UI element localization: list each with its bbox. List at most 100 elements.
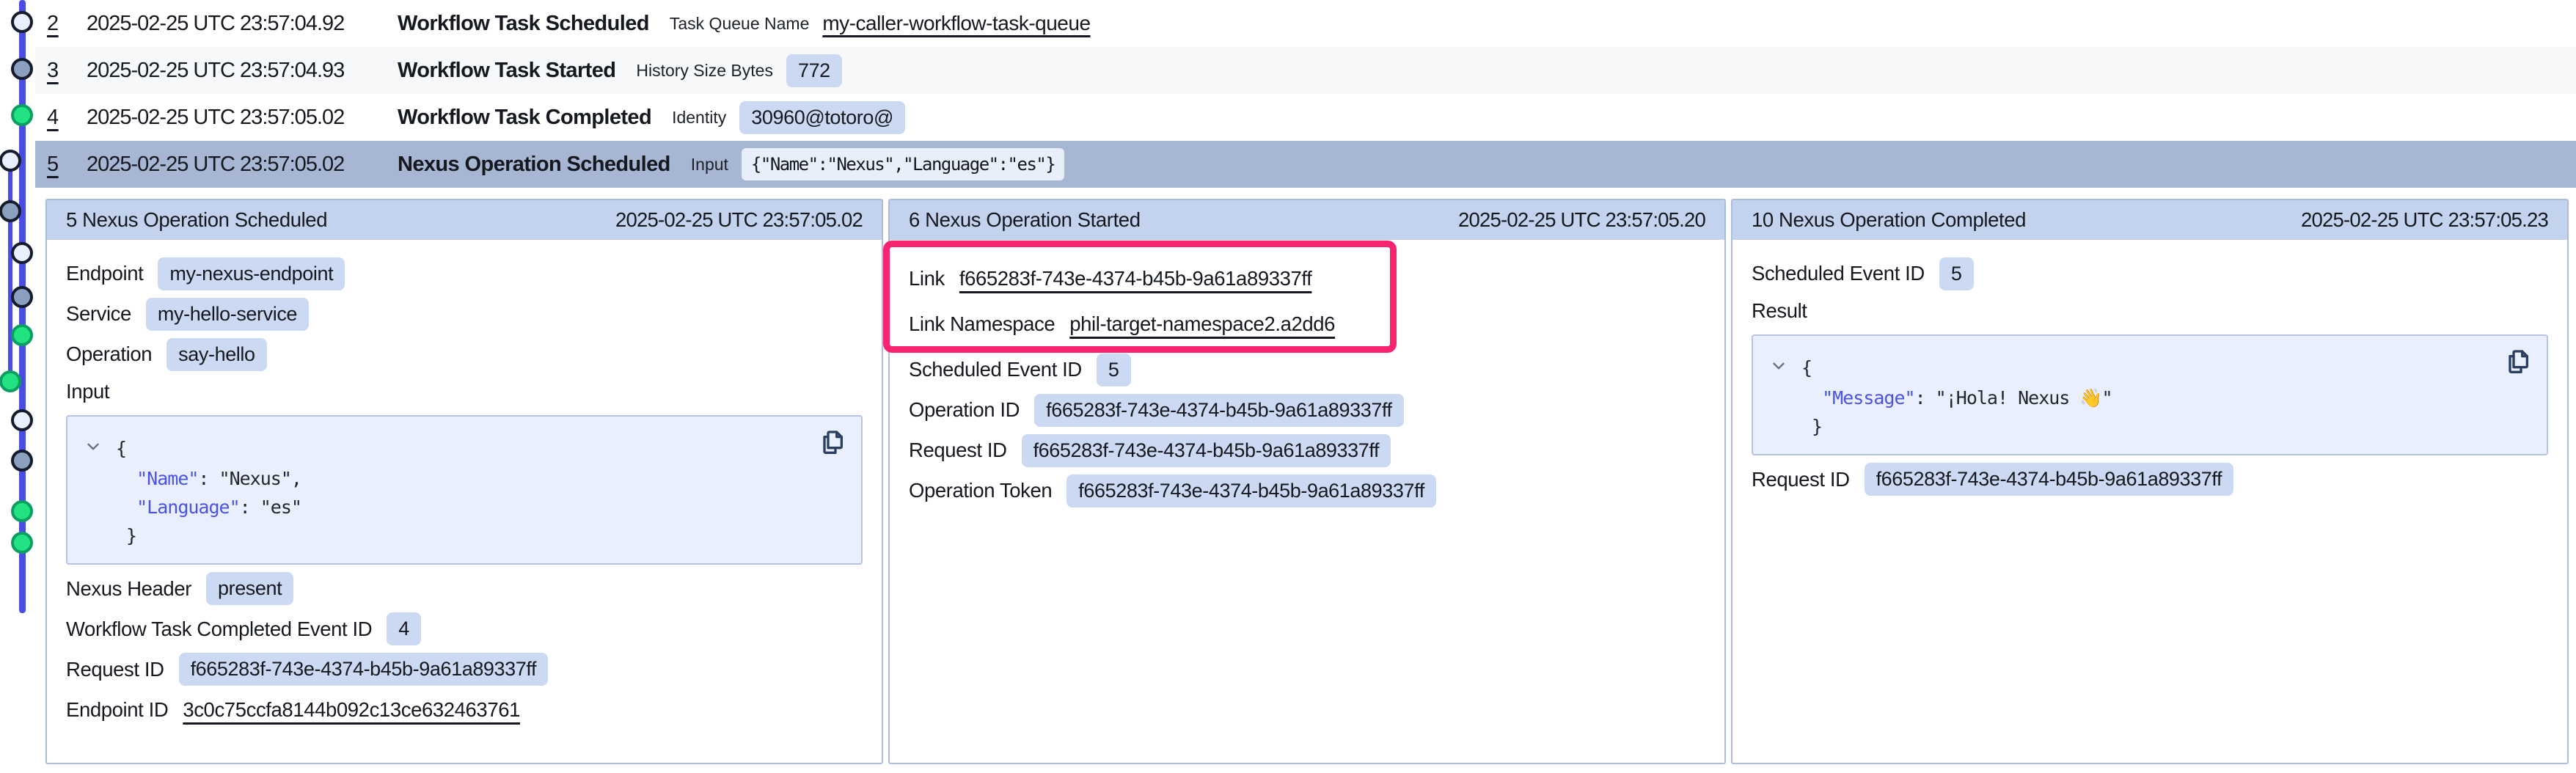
- detail-row-scheduled-event-id: Scheduled Event ID5: [1752, 257, 2548, 290]
- event-timestamp: 2025-02-25 UTC 23:57:05.02: [87, 153, 381, 177]
- json-text: : "Nexus",: [198, 468, 301, 489]
- event-id-link[interactable]: 5: [47, 153, 69, 177]
- detail-value-badge: my-hello-service: [146, 298, 309, 331]
- detail-value-badge: say-hello: [167, 338, 266, 371]
- json-text: }: [1801, 416, 1822, 437]
- timeline-branch-line: [8, 161, 12, 381]
- detail-label: Endpoint ID: [66, 698, 168, 722]
- detail-label: Workflow Task Completed Event ID: [66, 618, 372, 641]
- panel-body: Endpointmy-nexus-endpointServicemy-hello…: [47, 240, 882, 733]
- detail-label: Input: [66, 380, 109, 403]
- json-text: [116, 497, 136, 518]
- event-id-link[interactable]: 2: [47, 12, 69, 36]
- event-value-link[interactable]: my-caller-workflow-task-queue: [822, 12, 1090, 35]
- event-value-badge: 772: [786, 54, 842, 87]
- event-field-label: Task Queue Name: [670, 14, 809, 34]
- detail-value-badge: present: [206, 572, 293, 605]
- event-name: Workflow Task Started: [398, 59, 615, 83]
- detail-label: Nexus Header: [66, 577, 191, 601]
- timeline-dot-gray: [11, 450, 33, 472]
- event-id-link[interactable]: 3: [47, 59, 69, 83]
- json-text: : "¡Hola! Nexus 👋": [1915, 387, 2112, 409]
- detail-label: Scheduled Event ID: [1752, 262, 1925, 285]
- json-key: "Language": [136, 497, 240, 518]
- detail-row-operation-id: Operation ID f665283f-743e-4374-b45b-9a61…: [909, 393, 1705, 427]
- detail-value-badge: f665283f-743e-4374-b45b-9a61a89337ff: [179, 653, 549, 686]
- detail-row-scheduled-event-id: Scheduled Event ID 5: [909, 353, 1705, 386]
- code-line: {: [1769, 353, 2529, 384]
- event-row[interactable]: 5 2025-02-25 UTC 23:57:05.02 Nexus Opera…: [35, 141, 2576, 188]
- timeline-dot-gray: [0, 200, 21, 222]
- event-row[interactable]: 2 2025-02-25 UTC 23:57:04.92 Workflow Ta…: [35, 0, 2576, 47]
- timeline-dot-gray: [11, 286, 33, 308]
- timeline-dot-white: [11, 11, 33, 33]
- timeline-dot-white: [11, 409, 33, 431]
- event-value-payload: {"Name":"Nexus","Language":"es"}: [742, 148, 1064, 180]
- detail-row-workflow-task-completed-event-id: Workflow Task Completed Event ID4: [66, 612, 863, 646]
- json-key: "Message": [1822, 387, 1914, 409]
- panel-header: 6 Nexus Operation Started 2025-02-25 UTC…: [890, 200, 1724, 240]
- detail-value-badge: f665283f-743e-4374-b45b-9a61a89337ff: [1034, 394, 1404, 427]
- panel-timestamp: 2025-02-25 UTC 23:57:05.23: [2301, 208, 2548, 232]
- panel-timestamp: 2025-02-25 UTC 23:57:05.02: [615, 208, 863, 232]
- json-text: [1801, 387, 1822, 409]
- detail-label: Scheduled Event ID: [909, 358, 1082, 381]
- event-detail-panel: 10 Nexus Operation Completed 2025-02-25 …: [1731, 199, 2569, 764]
- chevron-down-icon[interactable]: [1769, 355, 1801, 384]
- detail-label: Request ID: [1752, 468, 1850, 491]
- detail-label: Operation ID: [909, 398, 1020, 422]
- event-timestamp: 2025-02-25 UTC 23:57:04.93: [87, 59, 381, 83]
- timeline-dot-green: [11, 104, 33, 126]
- event-field-label: Input: [691, 155, 728, 175]
- detail-value-badge: f665283f-743e-4374-b45b-9a61a89337ff: [1066, 475, 1436, 508]
- code-line: "Name": "Nexus",: [84, 464, 844, 493]
- code-line: {: [84, 434, 844, 464]
- event-name: Nexus Operation Scheduled: [398, 153, 670, 177]
- event-list: 2 2025-02-25 UTC 23:57:04.92 Workflow Ta…: [35, 0, 2576, 188]
- timeline-dot-green: [0, 370, 21, 392]
- detail-row-request-id: Request IDf665283f-743e-4374-b45b-9a61a8…: [909, 433, 1705, 467]
- detail-value-badge: my-nexus-endpoint: [158, 257, 345, 290]
- event-id-link[interactable]: 4: [47, 106, 69, 130]
- panel-title: 5 Nexus Operation Scheduled: [66, 208, 327, 232]
- event-field-label: Identity: [672, 108, 726, 128]
- panel-header: 5 Nexus Operation Scheduled 2025-02-25 U…: [47, 200, 882, 240]
- chevron-down-icon[interactable]: [84, 436, 116, 464]
- json-text: [116, 468, 136, 489]
- code-line: "Message": "¡Hola! Nexus 👋": [1769, 384, 2529, 412]
- event-name: Workflow Task Scheduled: [398, 12, 649, 36]
- code-line: "Language": "es": [84, 493, 844, 521]
- panel-timestamp: 2025-02-25 UTC 23:57:05.20: [1458, 208, 1705, 232]
- detail-value-badge: 5: [1097, 353, 1131, 386]
- detail-row-request-id: Request ID f665283f-743e-4374-b45b-9a61a8…: [66, 653, 863, 686]
- detail-row-endpoint: Endpointmy-nexus-endpoint: [66, 257, 863, 290]
- detail-value-badge: f665283f-743e-4374-b45b-9a61a89337ff: [1865, 463, 2234, 496]
- event-row[interactable]: 3 2025-02-25 UTC 23:57:04.93 Workflow Ta…: [35, 47, 2576, 94]
- event-value-badge: 30960@totoro@: [739, 101, 905, 134]
- detail-row-endpoint-id: Endpoint ID 3c0c75ccfa8144b092c13ce632463…: [66, 693, 863, 727]
- timeline-dot-white: [0, 150, 21, 172]
- json-key: "Name": [136, 468, 198, 489]
- event-name: Workflow Task Completed: [398, 106, 651, 130]
- detail-value-badge: f665283f-743e-4374-b45b-9a61a89337ff: [1022, 434, 1391, 467]
- event-row[interactable]: 4 2025-02-25 UTC 23:57:05.02 Workflow Ta…: [35, 94, 2576, 141]
- detail-row-input: Input { "Name": "Nexus", "Language": "es"…: [66, 380, 863, 565]
- copy-icon[interactable]: [817, 428, 848, 459]
- detail-label: Operation: [66, 342, 152, 366]
- detail-label: Request ID: [66, 658, 164, 681]
- event-field-label: History Size Bytes: [636, 61, 773, 81]
- detail-row-result: Result { "Message": "¡Hola! Nexus 👋" }: [1752, 299, 2548, 455]
- json-text: {: [116, 438, 126, 459]
- json-code-block: { "Name": "Nexus", "Language": "es" }: [66, 415, 863, 565]
- event-timestamp: 2025-02-25 UTC 23:57:04.92: [87, 12, 381, 36]
- detail-label: Result: [1752, 299, 1807, 322]
- json-code-block: { "Message": "¡Hola! Nexus 👋" }: [1752, 334, 2548, 455]
- panel-title: 6 Nexus Operation Started: [909, 208, 1141, 232]
- detail-row-operation: Operation say-hello: [66, 337, 863, 371]
- event-timestamp: 2025-02-25 UTC 23:57:05.02: [87, 106, 381, 130]
- timeline-dot-green: [11, 532, 33, 554]
- detail-value-link[interactable]: 3c0c75ccfa8144b092c13ce632463761: [183, 698, 520, 722]
- detail-row-operation-token: Operation Tokenf665283f-743e-4374-b45b-9…: [909, 474, 1705, 508]
- copy-icon[interactable]: [2503, 348, 2533, 378]
- event-detail-panel: 5 Nexus Operation Scheduled 2025-02-25 U…: [45, 199, 883, 764]
